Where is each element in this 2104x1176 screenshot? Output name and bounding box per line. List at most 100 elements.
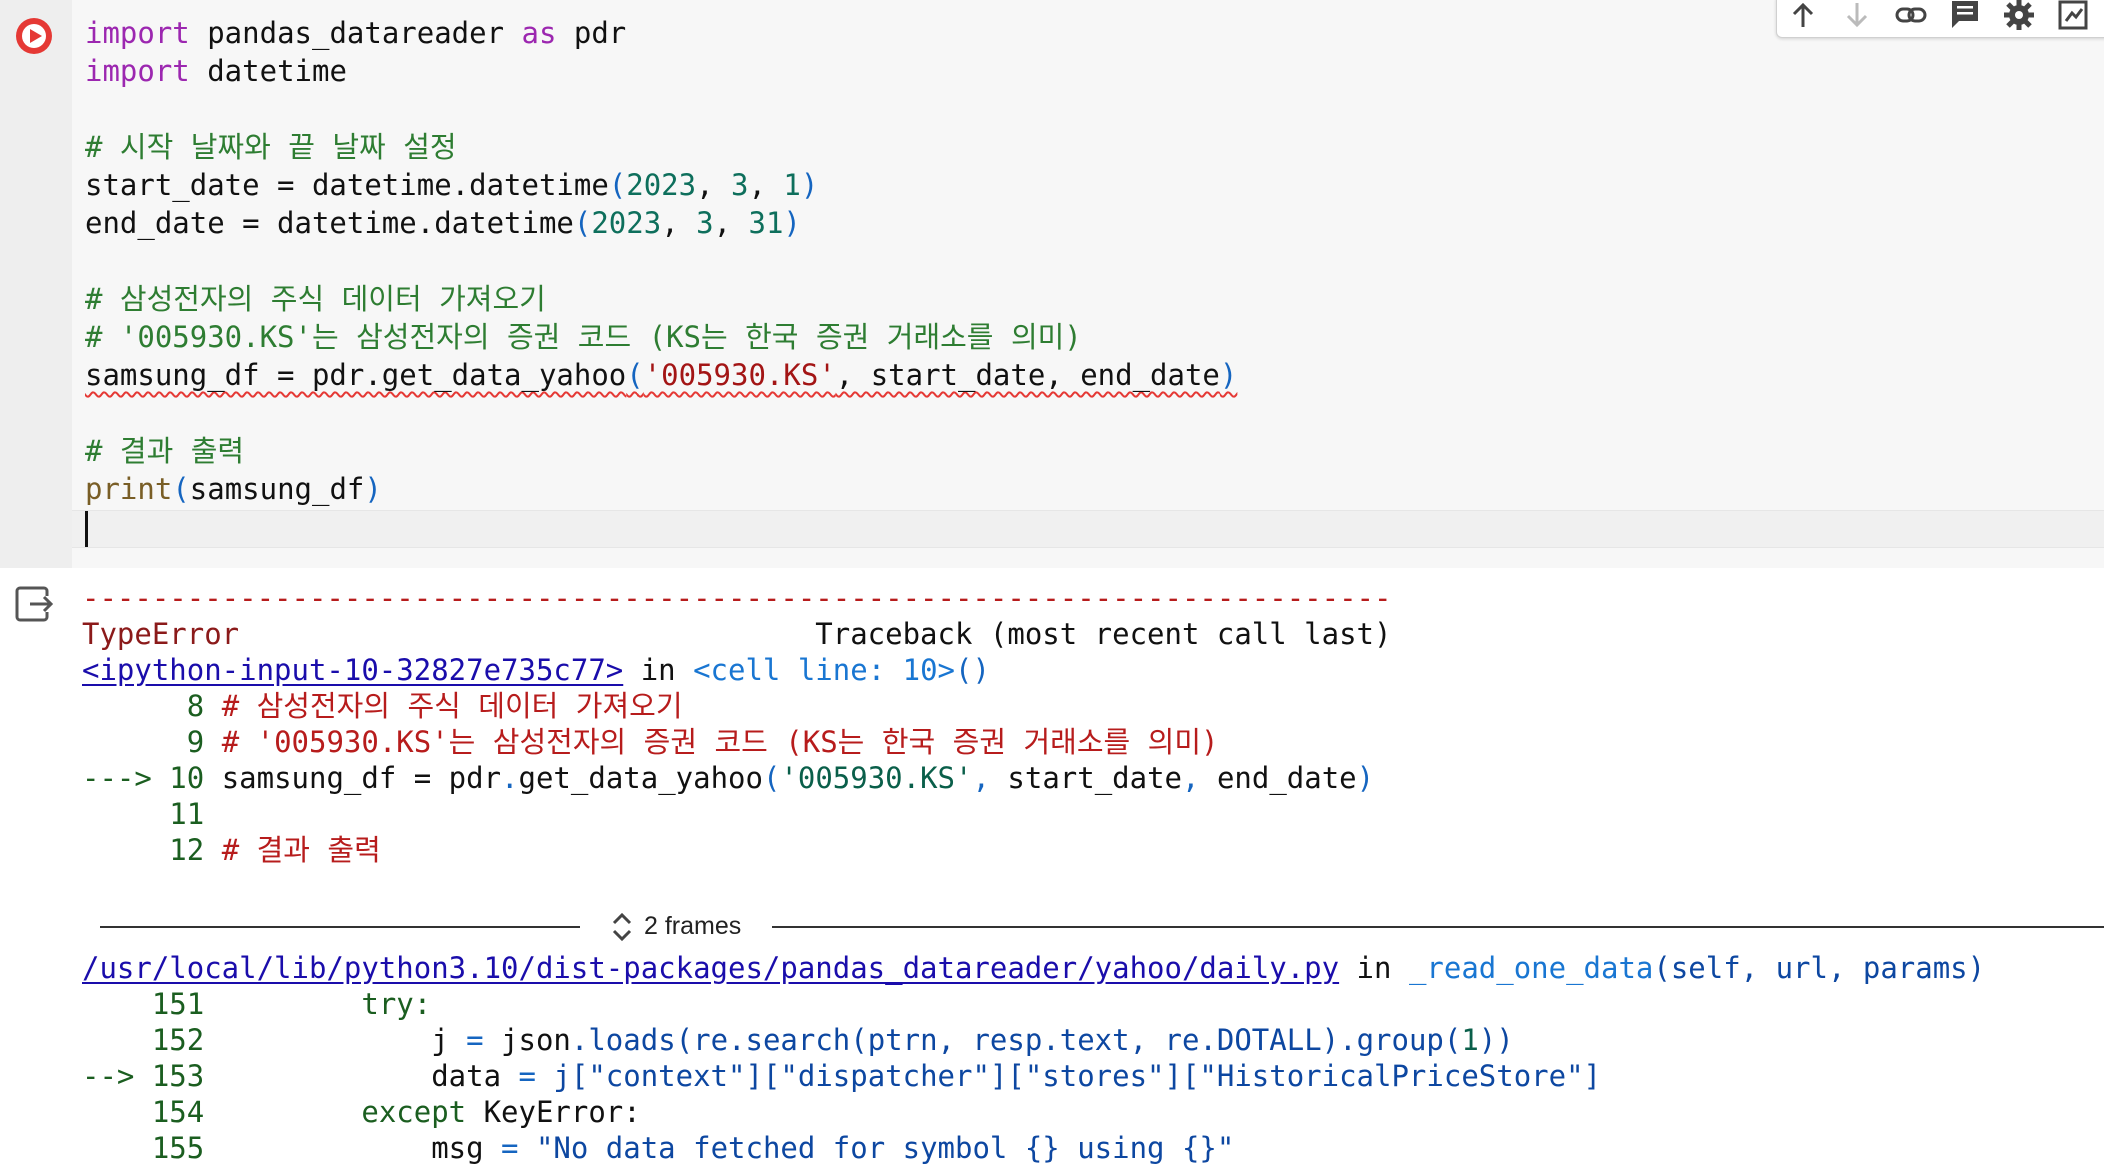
arrow-down-icon <box>1846 3 1868 28</box>
code-line-8: # 삼성전자의 주식 데이터 가져오기 <box>85 282 546 316</box>
paren: ( <box>608 168 627 202</box>
paren: ) <box>364 472 382 506</box>
code-dot: . <box>501 761 519 795</box>
code-text: end_date <box>1216 761 1357 795</box>
add-comment-button[interactable] <box>1947 0 1983 33</box>
expand-frames-button[interactable]: 2 frames <box>610 908 741 944</box>
source-line-153: --> 153 data = j["context"]["dispatcher"… <box>82 1058 1985 1094</box>
arrow-up-icon <box>1792 2 1814 27</box>
move-cell-up-button[interactable] <box>1785 0 1821 33</box>
collapsed-frames-row: 2 frames <box>100 908 2104 944</box>
source-line-151: 151 try: <box>82 986 1985 1022</box>
run-cell-button[interactable] <box>16 18 52 54</box>
code-text: samsung_df = pdr.get_data_yahoo <box>85 358 627 392</box>
string: '005930.KS' <box>643 358 836 392</box>
code-line-6: end_date = datetime.datetime(2023, 3, 31… <box>85 204 1237 242</box>
code-line-10: samsung_df = pdr.get_data_yahoo('005930.… <box>85 356 1237 394</box>
line-number: 12 <box>82 833 222 867</box>
number: 2023 <box>591 206 662 240</box>
code-text: , <box>713 206 749 240</box>
traceback-separator: ----------------------------------------… <box>82 581 1392 615</box>
operator: = <box>518 1059 554 1093</box>
ipython-input-link[interactable]: <ipython-input-10-32827e735c77> <box>82 653 623 687</box>
output-actions-icon[interactable] <box>14 584 54 624</box>
code-text: data <box>221 1059 519 1093</box>
code-text: json <box>501 1023 571 1057</box>
copy-link-button[interactable] <box>1893 0 1929 33</box>
error-type: TypeError <box>82 617 240 651</box>
line-number: 151 <box>82 987 222 1021</box>
operator: = <box>466 1023 502 1057</box>
traceback-line-8: 8 # 삼성전자의 주식 데이터 가져오기 <box>82 688 1391 724</box>
paren: ( <box>172 472 190 506</box>
number: 2023 <box>626 168 697 202</box>
keyword: import <box>85 54 190 88</box>
code-text: start_date = datetime.datetime <box>85 168 609 202</box>
code-text: end_date = datetime.datetime <box>85 206 574 240</box>
code-line-13: print(samsung_df) <box>85 470 1237 508</box>
cell-settings-button[interactable] <box>2001 0 2037 33</box>
code-line-9: # '005930.KS'는 삼성전자의 증권 코드 (KS는 한국 증권 거래… <box>85 320 1082 354</box>
gear-icon <box>2004 0 2034 30</box>
code-line-1: import pandas_datareader as pdr <box>85 14 1237 52</box>
string: '005930.KS' <box>780 761 973 795</box>
mirror-cell-icon <box>2058 0 2088 30</box>
code-text: try: <box>221 987 432 1021</box>
traceback-line-9: 9 # '005930.KS'는 삼성전자의 증권 코드 (KS는 한국 증권 … <box>82 724 1391 760</box>
code-text: pandas_datareader <box>189 16 522 50</box>
code-text: j["context"]["dispatcher"]["stores"]["Hi… <box>553 1059 1601 1093</box>
traceback-location: <ipython-input-10-32827e735c77> in <cell… <box>82 652 1391 688</box>
source-file-link[interactable]: /usr/local/lib/python3.10/dist-packages/… <box>82 951 1339 985</box>
move-cell-down-button[interactable] <box>1839 0 1875 33</box>
code-line-2: import datetime <box>85 52 1237 90</box>
code-line-12: # 결과 출력 <box>85 434 245 468</box>
expand-collapse-icon <box>612 913 632 942</box>
frame-location: /usr/local/lib/python3.10/dist-packages/… <box>82 950 1985 986</box>
paren: ) <box>800 168 819 202</box>
code-text: get_data_yahoo <box>518 761 763 795</box>
operator: = <box>501 1131 536 1165</box>
traceback-line-11: 11 <box>82 796 1391 832</box>
comment-icon <box>1952 1 1978 28</box>
paren: ( <box>762 761 781 795</box>
number: 31 <box>748 206 784 240</box>
traceback-output-frame: /usr/local/lib/python3.10/dist-packages/… <box>82 950 1985 1166</box>
code-text: KeyError: <box>483 1095 641 1129</box>
function-name: _read_one_data <box>1408 951 1654 985</box>
number: 3 <box>731 168 749 202</box>
text-cursor <box>85 511 88 547</box>
in-text: in <box>1339 951 1409 985</box>
code-text: j <box>221 1023 467 1057</box>
line-number: 152 <box>82 1023 222 1057</box>
cell-reference: <cell line: 10> <box>693 653 955 687</box>
paren: ) <box>783 206 801 240</box>
paren: ) <box>1219 358 1238 392</box>
code-text: start_date <box>1007 761 1183 795</box>
current-line-highlight <box>72 510 2104 548</box>
link-icon <box>1895 7 1927 23</box>
code-text: , <box>748 168 784 202</box>
code-text: pdr <box>556 16 627 50</box>
function-args: (self, url, params) <box>1653 951 1986 985</box>
code-lines[interactable]: import pandas_datareader as pdr import d… <box>85 14 1237 508</box>
error-arrow: ---> 10 <box>82 761 222 795</box>
code-text: samsung_df = pdr <box>221 761 502 795</box>
keyword: except <box>221 1095 484 1129</box>
line-number: 8 <box>82 689 222 723</box>
code-text: , start_date, end_date <box>835 358 1220 392</box>
keyword: import <box>85 16 190 50</box>
source-line-152: 152 j = json.loads(re.search(ptrn, resp.… <box>82 1022 1985 1058</box>
traceback-header-text: Traceback (most recent call last) <box>239 617 1392 651</box>
paren: ( <box>573 206 592 240</box>
paren: ) <box>1356 761 1375 795</box>
comment-text: # 삼성전자의 주식 데이터 가져오기 <box>221 689 683 723</box>
line-number: 11 <box>82 797 205 831</box>
mirror-cell-button[interactable] <box>2055 0 2091 33</box>
traceback-line-12: 12 # 결과 출력 <box>82 832 1391 868</box>
traceback-line-10: ---> 10 samsung_df = pdr.get_data_yahoo(… <box>82 760 1391 796</box>
code-text: samsung_df <box>189 472 365 506</box>
divider <box>772 926 2104 928</box>
cell-toolbar <box>1776 0 2104 38</box>
